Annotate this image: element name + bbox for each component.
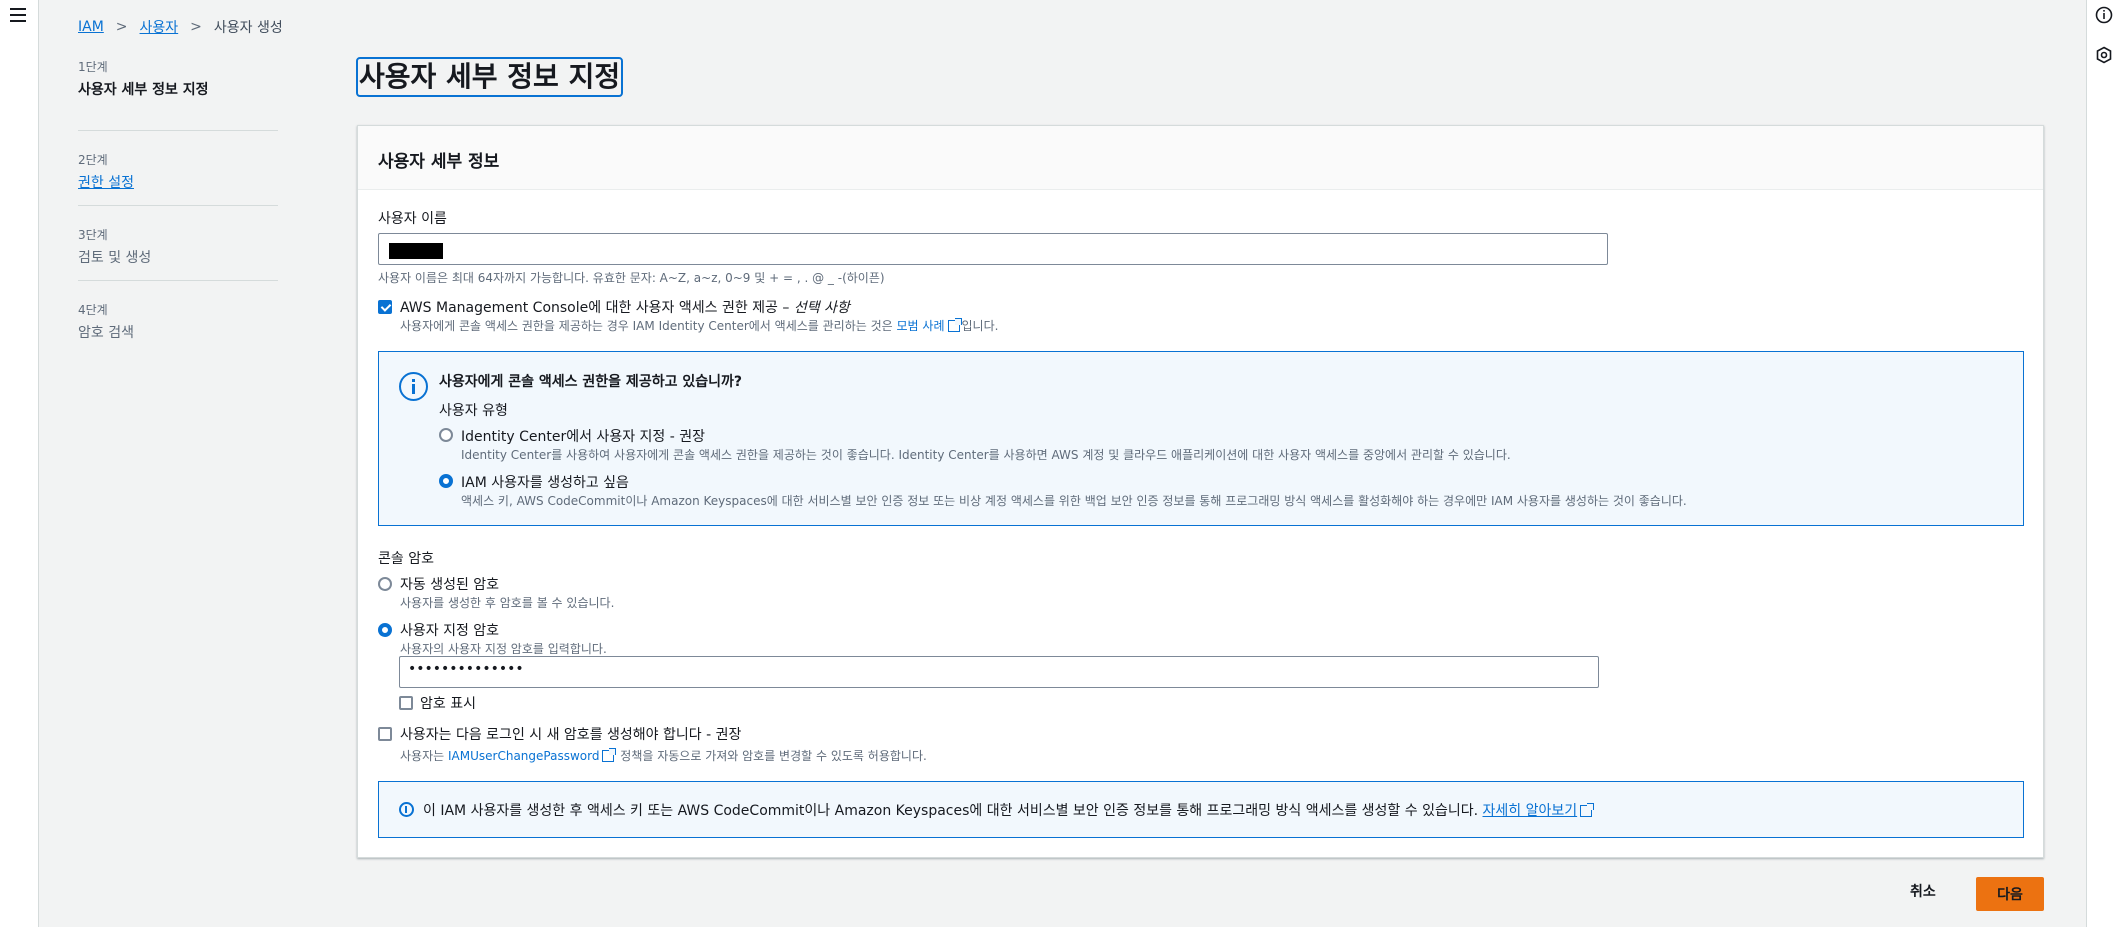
left-navigation-rail bbox=[0, 0, 39, 927]
custom-password-title: 사용자 지정 암호 bbox=[400, 623, 500, 639]
iam-user-title: IAM 사용자를 생성하고 싶음 bbox=[461, 475, 629, 491]
console-access-desc: 사용자에게 콘솔 액세스 권한을 제공하는 경우 IAM Identity Ce… bbox=[400, 317, 998, 334]
menu-icon[interactable] bbox=[10, 8, 26, 22]
chevron-right-icon: > bbox=[190, 19, 202, 35]
auto-password-title: 자동 생성된 암호 bbox=[400, 577, 500, 593]
step-title-link[interactable]: 권한 설정 bbox=[78, 172, 278, 192]
console-access-label-text: AWS Management Console에 대한 사용자 액세스 권한 제공… bbox=[400, 300, 790, 316]
right-tools-rail bbox=[2086, 0, 2119, 927]
best-practice-link[interactable]: 모범 사례 bbox=[897, 319, 945, 333]
username-label: 사용자 이름 bbox=[378, 211, 447, 227]
reset-password-desc: 사용자는 IAMUserChangePassword 정책을 자동으로 가져와 … bbox=[400, 747, 927, 764]
console-access-label: AWS Management Console에 대한 사용자 액세스 권한 제공… bbox=[400, 297, 850, 317]
desc-text: 사용자는 bbox=[400, 749, 445, 763]
step-1: 1단계 사용자 세부 정보 지정 bbox=[78, 56, 278, 131]
iam-user-desc: 액세스 키, AWS CodeCommit이나 Amazon Keyspaces… bbox=[461, 494, 1687, 508]
step-number: 1단계 bbox=[78, 60, 108, 74]
user-details-panel: 사용자 세부 정보 사용자 이름 사용자 이름은 최대 64자까지 가능합니다.… bbox=[357, 125, 2044, 858]
user-type-label: 사용자 유형 bbox=[439, 403, 508, 419]
auto-password-desc: 사용자를 생성한 후 암호를 볼 수 있습니다. bbox=[400, 596, 615, 610]
step-number: 3단계 bbox=[78, 228, 108, 242]
step-title: 암호 검색 bbox=[78, 325, 134, 341]
identity-center-title: Identity Center에서 사용자 지정 - 권장 bbox=[461, 429, 705, 445]
show-password-checkbox[interactable] bbox=[399, 696, 413, 710]
cancel-button[interactable]: 취소 bbox=[1910, 881, 1936, 901]
optional-tag: 선택 사항 bbox=[793, 300, 850, 316]
info-icon bbox=[399, 802, 414, 817]
programmatic-access-text: 이 IAM 사용자를 생성한 후 액세스 키 또는 AWS CodeCommit… bbox=[423, 800, 1595, 820]
step-number: 4단계 bbox=[78, 303, 108, 317]
wizard-steps: 1단계 사용자 세부 정보 지정 2단계 권한 설정 3단계 검토 및 생성 4… bbox=[78, 56, 278, 356]
breadcrumb-iam[interactable]: IAM bbox=[78, 19, 104, 35]
info-icon bbox=[399, 372, 428, 401]
show-password-label: 암호 표시 bbox=[420, 696, 476, 712]
step-title: 검토 및 생성 bbox=[78, 250, 152, 266]
user-type-info-box: 사용자에게 콘솔 액세스 권한을 제공하고 있습니까? 사용자 유형 Ident… bbox=[378, 351, 2024, 526]
iam-user-radio[interactable] bbox=[439, 474, 453, 488]
step-title: 사용자 세부 정보 지정 bbox=[78, 82, 209, 98]
external-link-icon bbox=[602, 748, 617, 762]
identity-center-desc: Identity Center를 사용하여 사용자에게 콘솔 액세스 권한을 제… bbox=[461, 448, 1511, 462]
external-link-icon bbox=[947, 318, 962, 332]
step-2: 2단계 권한 설정 bbox=[78, 131, 278, 206]
custom-password-desc: 사용자의 사용자 지정 암호를 입력합니다. bbox=[400, 642, 607, 656]
desc-text: 사용자에게 콘솔 액세스 권한을 제공하는 경우 IAM Identity Ce… bbox=[400, 319, 893, 333]
next-button[interactable]: 다음 bbox=[1976, 877, 2044, 911]
info-question: 사용자에게 콘솔 액세스 권한을 제공하고 있습니까? bbox=[439, 374, 742, 390]
desc-text-end: 정책을 자동으로 가져와 암호를 변경할 수 있도록 허용합니다. bbox=[620, 749, 927, 763]
desc-text-end: 입니다. bbox=[961, 319, 999, 333]
username-hint: 사용자 이름은 최대 64자까지 가능합니다. 유효한 문자: A~Z, a~z… bbox=[378, 271, 885, 285]
external-link-icon bbox=[1580, 803, 1595, 817]
programmatic-access-info-box: 이 IAM 사용자를 생성한 후 액세스 키 또는 AWS CodeCommit… bbox=[378, 781, 2024, 838]
page-title: 사용자 세부 정보 지정 bbox=[356, 57, 624, 97]
step-4: 4단계 암호 검색 bbox=[78, 281, 278, 356]
breadcrumb-current: 사용자 생성 bbox=[213, 20, 283, 36]
help-panel-icon[interactable] bbox=[2095, 46, 2113, 64]
info-icon[interactable] bbox=[2095, 6, 2113, 24]
breadcrumb: IAM > 사용자 > 사용자 생성 bbox=[78, 17, 283, 37]
redacted-value bbox=[389, 243, 443, 259]
panel-header: 사용자 세부 정보 bbox=[358, 126, 2043, 190]
breadcrumb-users[interactable]: 사용자 bbox=[140, 17, 179, 37]
username-input[interactable] bbox=[378, 233, 1608, 265]
step-number: 2단계 bbox=[78, 153, 108, 167]
learn-more-link[interactable]: 자세히 알아보기 bbox=[1483, 803, 1578, 819]
info-text: 이 IAM 사용자를 생성한 후 액세스 키 또는 AWS CodeCommit… bbox=[423, 803, 1479, 819]
chevron-right-icon: > bbox=[115, 19, 128, 35]
custom-password-input[interactable]: •••••••••••••• bbox=[399, 656, 1599, 688]
auto-password-radio[interactable] bbox=[378, 577, 392, 591]
console-access-checkbox[interactable] bbox=[378, 300, 392, 314]
step-3: 3단계 검토 및 생성 bbox=[78, 206, 278, 281]
identity-center-radio[interactable] bbox=[439, 428, 453, 442]
custom-password-radio[interactable] bbox=[378, 623, 392, 637]
reset-password-checkbox[interactable] bbox=[378, 727, 392, 741]
iam-user-change-password-link[interactable]: IAMUserChangePassword bbox=[448, 749, 599, 763]
reset-password-label: 사용자는 다음 로그인 시 새 암호를 생성해야 합니다 - 권장 bbox=[400, 727, 742, 743]
console-password-label: 콘솔 암호 bbox=[378, 551, 434, 567]
